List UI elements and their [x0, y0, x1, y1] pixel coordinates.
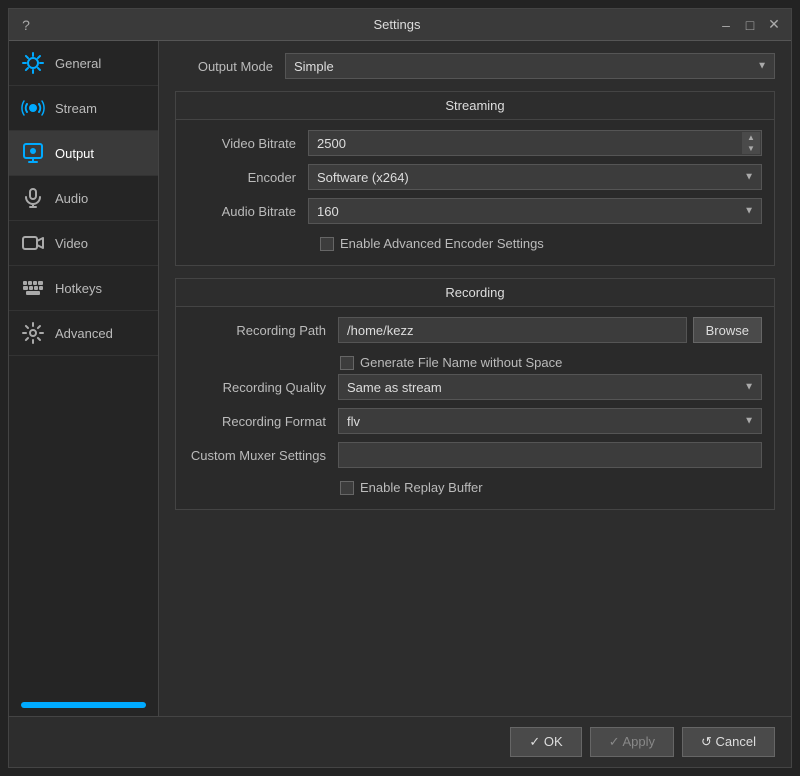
sidebar-bottom-bar — [21, 702, 146, 708]
custom-muxer-label: Custom Muxer Settings — [188, 448, 338, 463]
encoder-row: Encoder Software (x264) Hardware (NVENC)… — [188, 164, 762, 190]
ok-button[interactable]: ✓ OK — [510, 727, 581, 757]
video-bitrate-input[interactable] — [308, 130, 762, 156]
dialog-body: General Stream — [9, 41, 791, 716]
sidebar-label-stream: Stream — [55, 101, 97, 116]
recording-format-row: Recording Format flv mp4 mov mkv ts m3u8… — [188, 408, 762, 434]
replay-buffer-row: Enable Replay Buffer — [340, 476, 762, 499]
cancel-button[interactable]: ↺ Cancel — [682, 727, 775, 757]
recording-format-wrapper: flv mp4 mov mkv ts m3u8 ▼ — [338, 408, 762, 434]
recording-quality-label: Recording Quality — [188, 380, 338, 395]
advanced-encoder-checkbox[interactable] — [320, 237, 334, 251]
encoder-select-wrapper: Software (x264) Hardware (NVENC) Hardwar… — [308, 164, 762, 190]
recording-section-content: Recording Path Browse Generate File Name… — [176, 307, 774, 509]
sidebar-item-hotkeys[interactable]: Hotkeys — [9, 266, 158, 311]
window-controls: – □ ✕ — [717, 16, 783, 33]
sidebar-item-video[interactable]: Video — [9, 221, 158, 266]
content-area: Output Mode Simple Advanced ▼ Streaming … — [159, 41, 791, 716]
streaming-section: Streaming Video Bitrate ▲ ▼ — [175, 91, 775, 266]
maximize-button[interactable]: □ — [741, 17, 759, 33]
advanced-icon — [21, 321, 45, 345]
custom-muxer-row: Custom Muxer Settings — [188, 442, 762, 468]
video-bitrate-arrows: ▲ ▼ — [742, 132, 760, 154]
output-mode-row: Output Mode Simple Advanced ▼ — [175, 53, 775, 79]
advanced-encoder-row: Enable Advanced Encoder Settings — [320, 232, 762, 255]
video-bitrate-row: Video Bitrate ▲ ▼ — [188, 130, 762, 156]
apply-button[interactable]: ✓ Apply — [590, 727, 674, 757]
audio-bitrate-row: Audio Bitrate 64 96 128 160 192 256 320 — [188, 198, 762, 224]
recording-quality-select[interactable]: Same as stream High Quality Lossless Qua… — [338, 374, 762, 400]
browse-button[interactable]: Browse — [693, 317, 762, 343]
recording-quality-wrapper: Same as stream High Quality Lossless Qua… — [338, 374, 762, 400]
audio-bitrate-wrapper: 64 96 128 160 192 256 320 ▼ — [308, 198, 762, 224]
minimize-button[interactable]: – — [717, 17, 735, 33]
replay-buffer-label[interactable]: Enable Replay Buffer — [360, 480, 483, 495]
sidebar-label-output: Output — [55, 146, 94, 161]
audio-bitrate-label: Audio Bitrate — [188, 204, 308, 219]
sidebar-label-audio: Audio — [55, 191, 88, 206]
sidebar: General Stream — [9, 41, 159, 716]
generate-filename-checkbox[interactable] — [340, 356, 354, 370]
sidebar-item-audio[interactable]: Audio — [9, 176, 158, 221]
generate-filename-label[interactable]: Generate File Name without Space — [360, 355, 562, 370]
video-bitrate-wrapper: ▲ ▼ — [308, 130, 762, 156]
title-bar-left: ? — [17, 17, 77, 33]
streaming-section-content: Video Bitrate ▲ ▼ Encoder — [176, 120, 774, 265]
video-bitrate-up[interactable]: ▲ — [742, 132, 760, 143]
settings-dialog: ? Settings – □ ✕ General — [8, 8, 792, 768]
recording-path-row: Recording Path Browse — [188, 317, 762, 343]
recording-format-select[interactable]: flv mp4 mov mkv ts m3u8 — [338, 408, 762, 434]
output-icon — [21, 141, 45, 165]
recording-format-label: Recording Format — [188, 414, 338, 429]
general-icon — [21, 51, 45, 75]
hotkeys-icon — [21, 276, 45, 300]
video-icon — [21, 231, 45, 255]
sidebar-label-advanced: Advanced — [55, 326, 113, 341]
sidebar-label-video: Video — [55, 236, 88, 251]
stream-icon — [21, 96, 45, 120]
encoder-select[interactable]: Software (x264) Hardware (NVENC) Hardwar… — [308, 164, 762, 190]
recording-section: Recording Recording Path Browse Generate… — [175, 278, 775, 510]
custom-muxer-field — [338, 442, 762, 468]
recording-path-label: Recording Path — [188, 323, 338, 338]
close-button[interactable]: ✕ — [765, 16, 783, 33]
output-mode-label: Output Mode — [175, 59, 285, 74]
streaming-section-title: Streaming — [176, 92, 774, 120]
sidebar-item-stream[interactable]: Stream — [9, 86, 158, 131]
recording-path-field-row: Browse — [338, 317, 762, 343]
dialog-footer: ✓ OK ✓ Apply ↺ Cancel — [9, 716, 791, 767]
output-mode-select-wrapper: Simple Advanced ▼ — [285, 53, 775, 79]
replay-buffer-checkbox[interactable] — [340, 481, 354, 495]
dialog-title: Settings — [77, 17, 717, 32]
video-bitrate-label: Video Bitrate — [188, 136, 308, 151]
video-bitrate-down[interactable]: ▼ — [742, 143, 760, 154]
help-button[interactable]: ? — [17, 17, 35, 33]
title-bar: ? Settings – □ ✕ — [9, 9, 791, 41]
recording-path-input[interactable] — [338, 317, 687, 343]
sidebar-item-output[interactable]: Output — [9, 131, 158, 176]
generate-filename-row: Generate File Name without Space — [340, 351, 762, 374]
audio-icon — [21, 186, 45, 210]
recording-quality-row: Recording Quality Same as stream High Qu… — [188, 374, 762, 400]
custom-muxer-input[interactable] — [338, 442, 762, 468]
encoder-label: Encoder — [188, 170, 308, 185]
sidebar-item-advanced[interactable]: Advanced — [9, 311, 158, 356]
advanced-encoder-label[interactable]: Enable Advanced Encoder Settings — [340, 236, 544, 251]
sidebar-label-general: General — [55, 56, 101, 71]
sidebar-item-general[interactable]: General — [9, 41, 158, 86]
sidebar-label-hotkeys: Hotkeys — [55, 281, 102, 296]
recording-section-title: Recording — [176, 279, 774, 307]
output-mode-select[interactable]: Simple Advanced — [285, 53, 775, 79]
sidebar-spacer — [9, 356, 158, 694]
audio-bitrate-select[interactable]: 64 96 128 160 192 256 320 — [308, 198, 762, 224]
